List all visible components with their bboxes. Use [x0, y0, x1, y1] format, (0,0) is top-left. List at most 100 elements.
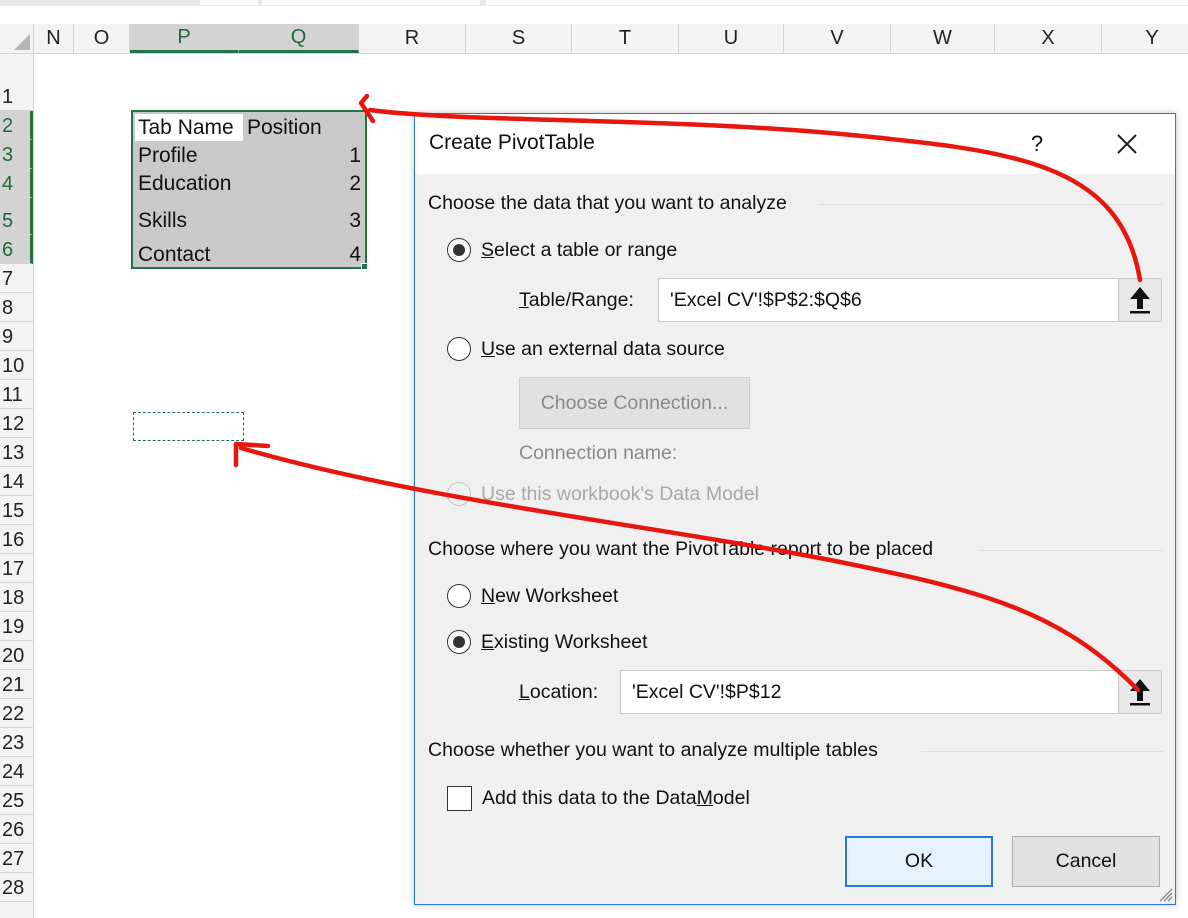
add-data-model-checkbox[interactable] [447, 786, 472, 811]
row-header-3[interactable]: 3 [0, 140, 33, 169]
column-header-w[interactable]: W [891, 24, 995, 53]
connection-name-label: Connection name: [519, 442, 678, 464]
column-header-v[interactable]: V [784, 24, 891, 53]
cancel-button[interactable]: Cancel [1012, 836, 1160, 887]
column-header-u[interactable]: U [679, 24, 784, 53]
row-header-21[interactable]: 21 [0, 670, 33, 699]
row-header-26[interactable]: 26 [0, 815, 33, 844]
mnemonic: E [481, 630, 495, 653]
radio-button-checked[interactable] [447, 630, 471, 654]
section-heading-multiple-tables: Choose whether you want to analyze multi… [428, 739, 878, 761]
help-button[interactable]: ? [1019, 126, 1055, 162]
row-header-bar: 1 2 3 4 5 6 7 8 9 10 11 12 13 14 15 16 17 18 19 20 21 22 23 24 2… [0, 54, 34, 918]
row-header-1[interactable]: 1 [0, 54, 33, 111]
divider [921, 751, 1163, 752]
column-header-q[interactable]: Q [239, 24, 359, 53]
checkbox-label: Add this data to the Data [482, 787, 697, 809]
close-button[interactable] [1109, 126, 1145, 162]
row-header-14[interactable]: 14 [0, 467, 33, 496]
ok-button[interactable]: OK [845, 836, 993, 887]
table-cell-tab-name[interactable]: Education [138, 170, 231, 197]
choose-connection-button[interactable]: Choose Connection... [519, 377, 750, 429]
row-header-28[interactable]: 28 [0, 873, 33, 902]
mnemonic: U [481, 482, 496, 505]
table-cell-tab-name[interactable]: Skills [138, 207, 187, 234]
mnemonic: S [481, 238, 495, 261]
row-header-19[interactable]: 19 [0, 612, 33, 641]
column-header-r[interactable]: R [359, 24, 466, 53]
table-cell-position[interactable]: 4 [349, 241, 361, 268]
table-cell-position[interactable]: 2 [349, 170, 361, 197]
table-range-collapse-button[interactable] [1118, 278, 1162, 322]
row-header-24[interactable]: 24 [0, 757, 33, 786]
radio-button-disabled [447, 482, 471, 506]
column-header-o[interactable]: O [74, 24, 130, 53]
radio-button-unchecked[interactable] [447, 584, 471, 608]
row-header-9[interactable]: 9 [0, 322, 33, 351]
section-heading-data: Choose the data that you want to analyze [428, 192, 787, 214]
location-input[interactable]: 'Excel CV'!$P$12 [620, 670, 1120, 714]
column-header-p[interactable]: P [130, 24, 239, 53]
table-cell-tab-name[interactable]: Contact [138, 241, 210, 268]
fill-handle[interactable] [361, 263, 368, 270]
row-header-11[interactable]: 11 [0, 380, 33, 409]
tab-fragment[interactable] [200, 0, 258, 5]
row-header-8[interactable]: 8 [0, 293, 33, 322]
divider [820, 204, 1163, 205]
location-collapse-button[interactable] [1118, 670, 1162, 714]
row-header-25[interactable]: 25 [0, 786, 33, 815]
mnemonic: M [696, 787, 713, 809]
row-header-15[interactable]: 15 [0, 496, 33, 525]
location-target-cell[interactable] [133, 412, 244, 441]
table-range-input[interactable]: 'Excel CV'!$P$2:$Q$6 [658, 278, 1120, 322]
column-header-s[interactable]: S [466, 24, 572, 53]
table-header-position[interactable]: Position [247, 114, 322, 141]
row-header-4[interactable]: 4 [0, 169, 33, 198]
radio-select-table[interactable]: Select a table or range [447, 238, 677, 262]
row-header-2[interactable]: 2 [0, 111, 33, 140]
table-cell-position[interactable]: 3 [349, 207, 361, 234]
row-header-18[interactable]: 18 [0, 583, 33, 612]
pivot-source-table[interactable]: Tab Name Position Profile 1 Education 2 … [131, 110, 367, 269]
row-header-16[interactable]: 16 [0, 525, 33, 554]
radio-button-checked[interactable] [447, 238, 471, 262]
dialog-title: Create PivotTable [429, 131, 595, 154]
add-data-model-checkbox-row[interactable]: Add this data to the Data Model [447, 786, 750, 811]
column-header-x[interactable]: X [995, 24, 1102, 53]
radio-data-model: Use this workbook's Data Model [447, 482, 759, 506]
row-header-22[interactable]: 22 [0, 699, 33, 728]
row-header-7[interactable]: 7 [0, 264, 33, 293]
collapse-arrow-icon [1130, 287, 1150, 314]
checkbox-label: odel [712, 787, 750, 809]
row-header-27[interactable]: 27 [0, 844, 33, 873]
table-header-tab-name[interactable]: Tab Name [135, 114, 243, 141]
table-cell-tab-name[interactable]: Profile [138, 142, 198, 169]
row-header-17[interactable]: 17 [0, 554, 33, 583]
radio-label: ew Worksheet [495, 584, 619, 607]
row-header-13[interactable]: 13 [0, 438, 33, 467]
row-header-5[interactable]: 5 [0, 198, 33, 235]
row-header-23[interactable]: 23 [0, 728, 33, 757]
radio-existing-worksheet[interactable]: Existing Worksheet [447, 630, 648, 654]
column-header-y[interactable]: Y [1102, 24, 1188, 53]
table-cell-position[interactable]: 1 [349, 142, 361, 169]
close-icon [1117, 134, 1137, 154]
mnemonic: U [481, 337, 496, 360]
radio-label: se an external data source [495, 337, 725, 360]
divider [980, 550, 1163, 551]
select-all-corner[interactable] [0, 24, 34, 53]
select-all-triangle-icon [14, 34, 30, 50]
tab-fragment[interactable] [486, 0, 1188, 5]
column-header-t[interactable]: T [572, 24, 679, 53]
tab-fragment[interactable] [262, 0, 480, 5]
radio-button-unchecked[interactable] [447, 337, 471, 361]
radio-external-source[interactable]: Use an external data source [447, 337, 725, 361]
column-header-n[interactable]: N [34, 24, 74, 53]
radio-new-worksheet[interactable]: New Worksheet [447, 584, 618, 608]
row-header-12[interactable]: 12 [0, 409, 33, 438]
row-header-6[interactable]: 6 [0, 235, 33, 264]
resize-grip-icon[interactable] [1157, 886, 1173, 902]
collapse-arrow-icon [1130, 679, 1150, 706]
row-header-10[interactable]: 10 [0, 351, 33, 380]
row-header-20[interactable]: 20 [0, 641, 33, 670]
